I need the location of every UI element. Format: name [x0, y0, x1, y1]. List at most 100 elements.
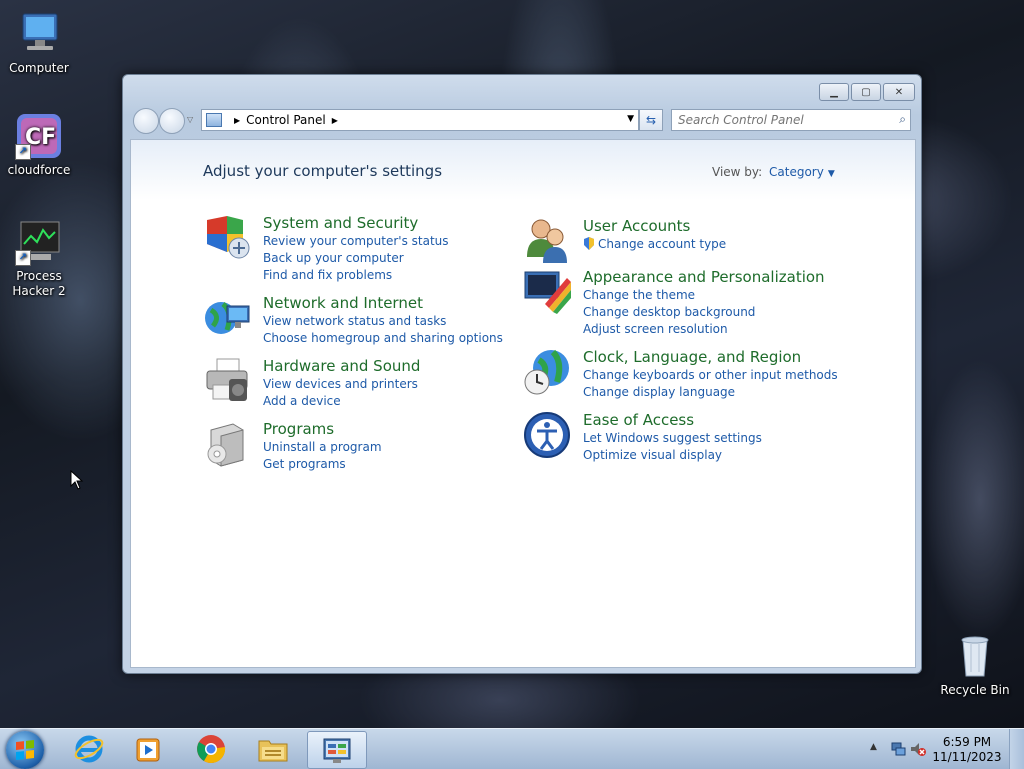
search-box[interactable]: ⌕: [671, 109, 911, 131]
address-dropdown-icon[interactable]: ▼: [627, 114, 634, 124]
address-bar[interactable]: ▶ Control Panel ▶ ▼: [201, 109, 639, 131]
control-panel-small-icon: [206, 113, 222, 127]
category-title[interactable]: Network and Internet: [263, 294, 423, 312]
category-link[interactable]: Back up your computer: [263, 251, 404, 265]
volume-muted-icon[interactable]: [910, 741, 926, 757]
category-link[interactable]: Change account type: [583, 237, 726, 251]
maximize-button[interactable]: ▢: [851, 83, 881, 101]
desktop-icon-process-hacker[interactable]: ↗ Process Hacker 2: [4, 218, 74, 299]
show-desktop-button[interactable]: [1009, 729, 1024, 769]
desktop-icon-computer[interactable]: Computer: [4, 10, 74, 76]
recent-pages-dropdown-icon[interactable]: ▽: [187, 115, 193, 124]
taskbar: ▲ 6:59 PM 11/11/2023: [0, 728, 1024, 769]
control-panel-icon: [323, 738, 351, 763]
category-link[interactable]: Change keyboards or other input methods: [583, 368, 838, 382]
printer-icon: [203, 357, 251, 405]
back-button[interactable]: [133, 108, 159, 134]
display-palette-icon: [523, 268, 571, 316]
dropdown-arrow-icon: ▼: [827, 169, 835, 179]
show-hidden-icons-icon[interactable]: ▲: [870, 742, 877, 752]
folder-icon: [258, 740, 288, 762]
start-button[interactable]: [6, 731, 44, 769]
breadcrumb-control-panel[interactable]: Control Panel: [246, 113, 326, 127]
category-title[interactable]: Programs: [263, 420, 334, 438]
chrome-icon: [197, 735, 226, 763]
refresh-button[interactable]: ⇆: [639, 109, 663, 131]
clock-time: 6:59 PM: [942, 735, 992, 749]
taskbar-media-player[interactable]: [120, 731, 178, 767]
mouse-cursor-icon: [70, 470, 84, 490]
clock[interactable]: 6:59 PM 11/11/2023: [932, 735, 1002, 765]
view-by-dropdown[interactable]: Category ▼: [769, 165, 835, 179]
view-by-label: View by:: [712, 165, 763, 179]
minimize-icon: ▁: [830, 86, 838, 98]
page-title: Adjust your computer's settings: [203, 162, 443, 180]
category-title[interactable]: Ease of Access: [583, 411, 694, 429]
category-link[interactable]: Add a device: [263, 394, 341, 408]
category-link[interactable]: Choose homegroup and sharing options: [263, 331, 503, 345]
category-link[interactable]: Find and fix problems: [263, 268, 392, 282]
desktop-icon-recycle-bin[interactable]: Recycle Bin: [940, 632, 1010, 698]
windows-logo-icon: [16, 740, 34, 760]
category-link[interactable]: Change the theme: [583, 288, 695, 302]
shortcut-arrow-icon: ↗: [15, 144, 31, 160]
taskbar-chrome[interactable]: [182, 731, 240, 767]
caption-buttons: ▁ ▢ ✕: [819, 83, 915, 101]
refresh-icon: ⇆: [645, 113, 657, 127]
minimize-button[interactable]: ▁: [819, 83, 849, 101]
category-title[interactable]: Hardware and Sound: [263, 357, 420, 375]
change-account-type-link[interactable]: Change account type: [598, 237, 726, 251]
shield-icon: [203, 214, 251, 262]
clock-date: 11/11/2023: [932, 750, 1002, 764]
desktop-icon-label: Process Hacker 2: [12, 269, 66, 298]
category-link[interactable]: Uninstall a program: [263, 440, 382, 454]
recycle-bin-icon: [951, 632, 999, 680]
shortcut-arrow-icon: ↗: [15, 250, 31, 266]
taskbar-file-explorer[interactable]: [244, 731, 302, 767]
category-link[interactable]: Change display language: [583, 385, 735, 399]
network-globe-icon: [203, 294, 251, 342]
category-link[interactable]: Change desktop background: [583, 305, 755, 319]
desktop-icon-label: cloudforce: [7, 163, 71, 177]
navigation-bar: ▽ ▶ Control Panel ▶ ▼ ⇆ ⌕: [131, 107, 913, 134]
breadcrumb-arrow-icon[interactable]: ▶: [234, 116, 240, 125]
uac-shield-icon: [584, 237, 594, 250]
network-icon[interactable]: [890, 741, 906, 757]
computer-icon: [15, 10, 63, 58]
taskbar-control-panel[interactable]: [307, 731, 367, 769]
media-player-icon: [136, 738, 160, 762]
taskbar-internet-explorer[interactable]: [60, 731, 118, 767]
forward-button[interactable]: [159, 108, 185, 134]
maximize-icon: ▢: [861, 86, 871, 98]
ease-of-access-icon: [523, 411, 571, 459]
content-area: Adjust your computer's settings View by:…: [130, 139, 916, 668]
category-link[interactable]: Optimize visual display: [583, 448, 722, 462]
category-title[interactable]: Appearance and Personalization: [583, 268, 825, 286]
breadcrumb-arrow-icon[interactable]: ▶: [332, 116, 338, 125]
programs-box-icon: [203, 420, 251, 468]
category-link[interactable]: Get programs: [263, 457, 346, 471]
close-button[interactable]: ✕: [883, 83, 915, 101]
category-link[interactable]: View devices and printers: [263, 377, 418, 391]
view-by-value: Category: [769, 165, 824, 179]
close-icon: ✕: [894, 86, 904, 98]
search-input[interactable]: [672, 112, 890, 128]
cloudforce-icon: CF ↗: [15, 112, 63, 160]
internet-explorer-icon: [74, 735, 104, 763]
category-title[interactable]: Clock, Language, and Region: [583, 348, 801, 366]
category-title[interactable]: System and Security: [263, 214, 418, 232]
category-title[interactable]: User Accounts: [583, 217, 690, 235]
users-icon: [523, 217, 571, 265]
process-hacker-icon: ↗: [15, 218, 63, 266]
category-link[interactable]: Let Windows suggest settings: [583, 431, 762, 445]
desktop-icon-cloudforce[interactable]: CF ↗ cloudforce: [4, 112, 74, 178]
desktop-icon-label: Recycle Bin: [940, 683, 1010, 697]
system-tray: ▲ 6:59 PM 11/11/2023: [854, 729, 1024, 769]
search-icon[interactable]: ⌕: [899, 112, 906, 127]
globe-clock-icon: [523, 348, 571, 396]
category-link[interactable]: Review your computer's status: [263, 234, 449, 248]
category-link[interactable]: View network status and tasks: [263, 314, 446, 328]
category-link[interactable]: Adjust screen resolution: [583, 322, 728, 336]
desktop-icon-label: Computer: [9, 61, 69, 75]
control-panel-window: ▁ ▢ ✕ ▽ ▶ Control Panel ▶ ▼ ⇆ ⌕ Adjust y…: [122, 74, 922, 674]
